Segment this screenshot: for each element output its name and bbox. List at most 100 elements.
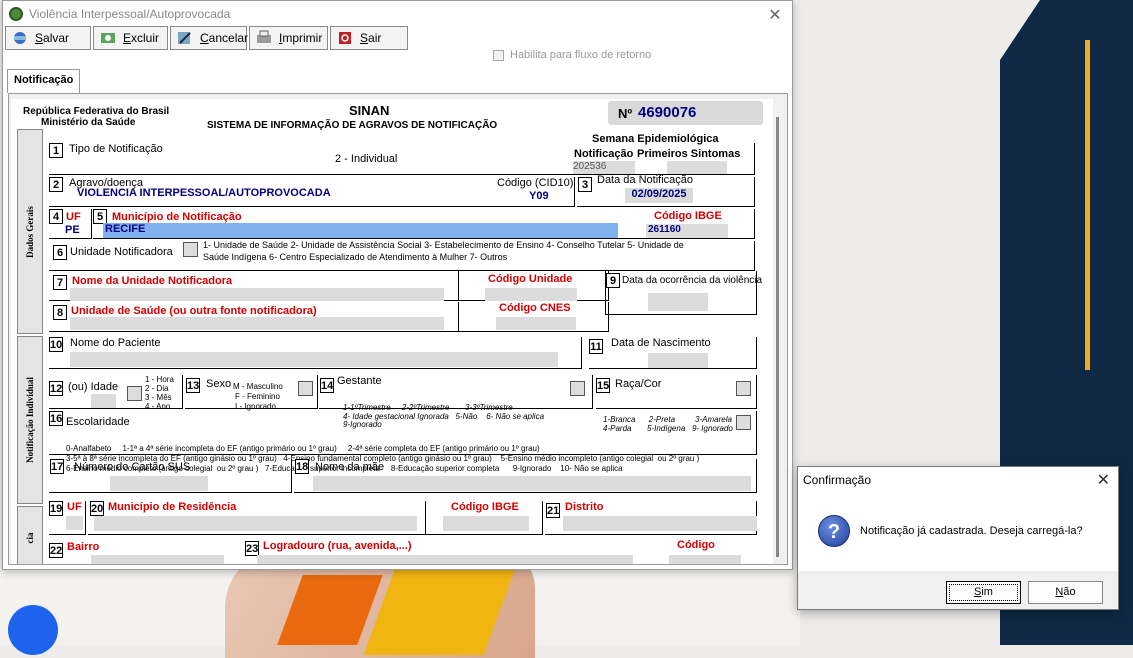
sexo-opts: M - Masculino F - Feminino I - Ignorado	[233, 382, 283, 411]
save-icon	[11, 30, 29, 46]
bairro-field[interactable]	[91, 555, 224, 564]
unidade-opts-line-2: Saúde Indígena 6- Centro Especializado d…	[203, 252, 508, 262]
unidade-notificadora-input[interactable]	[183, 242, 198, 257]
logradouro-field[interactable]	[257, 555, 633, 564]
field-6-number: 6	[53, 245, 67, 260]
cartao-sus-field[interactable]	[110, 476, 208, 491]
gestante-label: Gestante	[337, 375, 382, 387]
field-9-number: 9	[606, 273, 620, 288]
divider	[458, 302, 459, 332]
fluxo-retorno-checkbox[interactable]	[493, 49, 504, 61]
unidade-notificadora-label: Unidade Notificadora	[70, 246, 173, 258]
cid-value[interactable]: Y09	[529, 190, 549, 202]
escolaridade-input[interactable]	[736, 415, 751, 430]
yes-button[interactable]: Sim	[946, 581, 1021, 604]
municipio-residencia-field[interactable]	[94, 516, 417, 531]
docker-icon[interactable]	[8, 605, 58, 655]
cancel-icon	[176, 30, 194, 46]
confirm-dialog: Confirmação ✕ ? Notificação já cadastrad…	[797, 466, 1119, 610]
field-21-number: 21	[546, 503, 560, 518]
tipo-notificacao-value[interactable]: 2 - Individual	[335, 153, 397, 165]
question-icon: ?	[818, 515, 850, 547]
data-ocorrencia-field[interactable]	[648, 293, 708, 311]
nome-mae-field[interactable]	[313, 476, 751, 491]
section-dados-gerais: Dados Gerais	[17, 129, 43, 334]
semana-sintomas-field[interactable]	[667, 161, 727, 174]
codigo-unidade-label: Código Unidade	[488, 273, 573, 285]
nome-unidade-field[interactable]	[70, 288, 444, 301]
uf-residencia-field[interactable]	[66, 516, 83, 530]
distrito-label: Distrito	[565, 501, 604, 513]
no-button[interactable]: Não	[1028, 581, 1103, 604]
cancel-button[interactable]: Cancelar	[170, 26, 248, 50]
power-icon	[336, 30, 354, 46]
save-button[interactable]: Salvar	[5, 26, 91, 50]
main-window: Violência Interpessoal/Autoprovocada ✕ S…	[2, 0, 793, 570]
data-ocorrencia-label: Data da ocorrência da violência	[622, 275, 763, 286]
republica-text: República Federativa do Brasil	[23, 106, 170, 117]
uf-value[interactable]: PE	[65, 224, 80, 236]
idade-unidade-input[interactable]	[127, 386, 142, 401]
form-scrollbar[interactable]	[773, 99, 785, 564]
window-close-button[interactable]: ✕	[766, 5, 784, 25]
title-bar: Violência Interpessoal/Autoprovocada	[3, 1, 792, 27]
municipio-residencia-label: Município de Residência	[108, 501, 237, 513]
municipio-value[interactable]: RECIFE	[103, 223, 618, 238]
uf-label: UF	[66, 211, 81, 223]
scrollbar-thumb[interactable]	[776, 117, 779, 557]
nome-paciente-label: Nome do Paciente	[70, 337, 161, 349]
ministerio-text: Ministério da Saúde	[41, 117, 136, 128]
codigo-cnes-label: Código CNES	[499, 302, 571, 314]
municipio-label: Município de Notificação	[112, 211, 242, 223]
field-13-number: 13	[186, 378, 200, 393]
divider	[425, 501, 426, 535]
unidade-saude-field[interactable]	[70, 317, 444, 330]
print-button[interactable]: Imprimir	[249, 26, 328, 50]
ibge-value[interactable]: 261160	[646, 224, 728, 238]
section-notificacao-individual: Notificação Individual	[17, 336, 43, 504]
unidade-opts-line-1: 1- Unidade de Saúde 2- Unidade de Assist…	[203, 240, 684, 250]
dialog-body: ? Notificação já cadastrada. Deseja carr…	[798, 493, 1118, 571]
raca-input[interactable]	[736, 381, 751, 396]
sinan-form: República Federativa do Brasil Ministéri…	[11, 99, 774, 564]
field-23-number: 23	[245, 541, 259, 556]
field-17-number: 17	[50, 459, 64, 474]
field-20-number: 20	[90, 501, 104, 516]
field-2-number: 2	[49, 177, 63, 192]
fluxo-retorno-label: Habilita para fluxo de retorno	[510, 49, 652, 61]
codigo-unidade-field[interactable]	[485, 288, 577, 301]
sistema-text: SISTEMA DE INFORMAÇÃO DE AGRAVOS DE NOTI…	[207, 120, 498, 131]
cid-label: Código (CID10)	[497, 177, 574, 189]
window-title: Violência Interpessoal/Autoprovocada	[29, 7, 231, 21]
data-nascimento-field[interactable]	[648, 353, 708, 368]
nome-unidade-label: Nome da Unidade Notificadora	[72, 275, 233, 287]
field-16-number: 16	[49, 411, 63, 426]
exit-button[interactable]: Sair	[330, 26, 408, 50]
ibge-residencia-label: Código IBGE	[451, 501, 519, 513]
idade-field[interactable]	[91, 394, 116, 408]
field-11-number: 11	[589, 339, 603, 354]
tab-notificacao[interactable]: Notificação	[7, 69, 81, 93]
field-22-number: 22	[49, 543, 63, 558]
raca-label: Raça/Cor	[615, 378, 662, 390]
distrito-field[interactable]	[563, 516, 757, 531]
sexo-input[interactable]	[298, 381, 313, 396]
codigo-cnes-field[interactable]	[496, 317, 576, 330]
dialog-close-button[interactable]: ✕	[1097, 470, 1110, 490]
semana-notificacao-value[interactable]: 202536	[573, 161, 635, 174]
field-1-number: 1	[49, 143, 63, 158]
codigo-logradouro-field[interactable]	[669, 555, 741, 564]
field-5-number: 5	[93, 209, 107, 224]
fluxo-retorno-option[interactable]: Habilita para fluxo de retorno	[493, 49, 651, 61]
gestante-input[interactable]	[570, 381, 585, 396]
ibge-residencia-field[interactable]	[443, 516, 529, 531]
nome-mae-label: Nome da mãe	[315, 461, 385, 473]
cartao-sus-label: Número do Cartão SUS	[74, 461, 191, 473]
divider	[458, 271, 459, 301]
agravo-value[interactable]: VIOLENCIA INTERPESSOAL/AUTOPROVOCADA	[77, 187, 331, 199]
wallpaper-notch	[1000, 0, 1040, 60]
nome-paciente-field[interactable]	[70, 352, 558, 367]
delete-button[interactable]: Excluir	[93, 26, 168, 50]
field-10-number: 10	[49, 337, 63, 352]
data-notificacao-value[interactable]: 02/09/2025	[625, 188, 693, 203]
